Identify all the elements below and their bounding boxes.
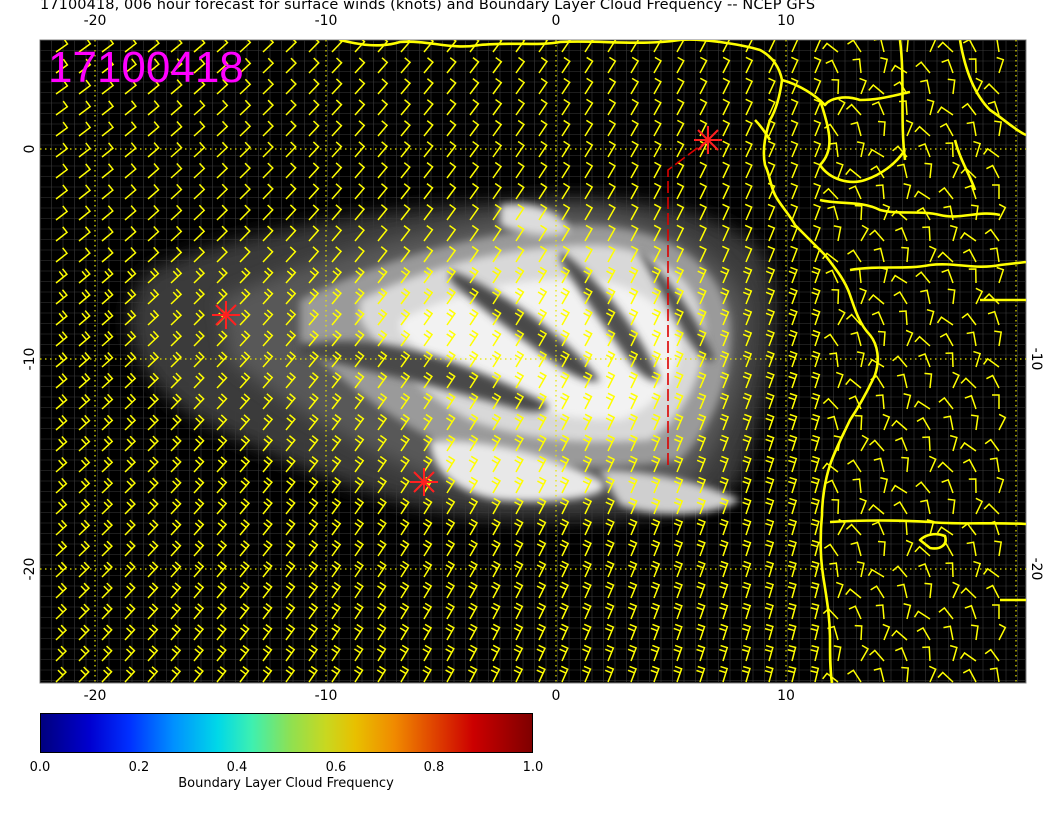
colorbar-tick: 0.6: [325, 760, 347, 775]
colorbar-tick: 0.8: [423, 760, 445, 775]
map-svg: 17100418 -20 -10 0 10 -20 -10 0 10 0 -10…: [22, 13, 1044, 704]
left-axis: 0 -10 -20: [22, 145, 38, 581]
bottom-tick: -20: [84, 688, 107, 704]
top-tick: 0: [552, 13, 561, 29]
bottom-tick: -10: [315, 688, 338, 704]
colorbar: [40, 713, 533, 753]
colorbar-tick: 0.4: [226, 760, 248, 775]
right-tick: -10: [1028, 348, 1044, 371]
star-marker-icon: [410, 468, 438, 496]
bottom-tick: 0: [552, 688, 561, 704]
colorbar-tick: 1.0: [522, 760, 544, 775]
right-axis: -10 -20: [1028, 348, 1044, 581]
star-marker-icon: [694, 126, 722, 154]
top-axis: -20 -10 0 10: [84, 13, 795, 29]
left-tick: -20: [22, 558, 38, 581]
top-tick: -20: [84, 13, 107, 29]
left-tick: -10: [22, 348, 38, 371]
left-tick: 0: [22, 145, 38, 154]
top-tick: 10: [777, 13, 795, 29]
bottom-axis: -20 -10 0 10: [84, 688, 795, 704]
colorbar-label: Boundary Layer Cloud Frequency: [178, 776, 394, 791]
bottom-tick: 10: [777, 688, 795, 704]
top-tick: -10: [315, 13, 338, 29]
date-stamp: 17100418: [48, 43, 244, 92]
colorbar-tick: 0.0: [29, 760, 51, 775]
star-marker-icon: [212, 301, 240, 329]
colorbar-tick: 0.2: [128, 760, 150, 775]
right-tick: -20: [1028, 558, 1044, 581]
